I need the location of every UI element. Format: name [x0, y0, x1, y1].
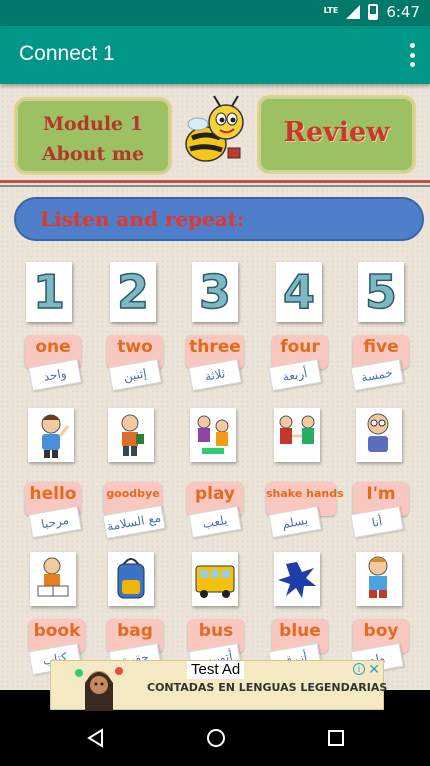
word-en: boy — [363, 621, 399, 641]
word-en: bag — [117, 621, 153, 641]
word-en: two — [117, 337, 153, 357]
boy-sitting-icon[interactable] — [356, 552, 402, 606]
boy-waving-icon[interactable] — [28, 408, 74, 462]
status-bar: LTE 6:47 — [0, 0, 430, 26]
bee-mascot-icon — [185, 95, 244, 162]
ad-banner[interactable]: Test Ad CONTADAS EN LENGUAS LEGENDARIAS … — [50, 660, 388, 711]
app-bar: Connect 1 — [0, 26, 430, 84]
boy-introducing-icon[interactable] — [356, 408, 402, 462]
ad-girl-illustration-icon — [75, 667, 123, 711]
number-tile-1[interactable]: 1 — [26, 262, 72, 322]
recents-icon[interactable] — [324, 726, 348, 750]
overflow-menu-icon[interactable] — [408, 43, 416, 67]
word-en: bus — [198, 621, 234, 641]
word-en: blue — [279, 621, 321, 641]
word-en: I'm — [366, 484, 396, 504]
ad-tag: Test Ad — [187, 661, 245, 679]
module-button[interactable]: Module 1 About me — [14, 97, 172, 175]
banner-text: Listen and repeat: — [40, 207, 245, 231]
word-en: play — [194, 484, 236, 504]
number-tile-5[interactable]: 5 — [358, 262, 404, 322]
home-icon[interactable] — [204, 726, 228, 750]
review-button[interactable]: Review — [257, 95, 416, 174]
word-en: shake hands — [266, 487, 344, 500]
divider — [0, 185, 430, 187]
ad-headline: CONTADAS EN LENGUAS LEGENDARIAS — [147, 681, 388, 694]
blue-splash-icon[interactable] — [274, 552, 320, 606]
network-type: LTE — [323, 5, 339, 15]
battery-icon — [368, 4, 379, 20]
word-en: five — [363, 337, 399, 357]
main-content: Module 1 About me Review Listen and repe… — [0, 84, 430, 690]
children-playing-icon[interactable] — [190, 408, 236, 462]
app-title: Connect 1 — [19, 42, 115, 65]
boy-reading-book-icon[interactable] — [30, 552, 76, 606]
ad-close-icon[interactable]: ✕ — [368, 661, 380, 678]
divider — [0, 180, 430, 183]
number-tile-2[interactable]: 2 — [110, 262, 156, 322]
word-en: four — [280, 337, 320, 357]
number-tile-4[interactable]: 4 — [276, 262, 322, 322]
clock: 6:47 — [386, 3, 420, 21]
review-label: Review — [283, 117, 390, 148]
boy-with-bag-icon[interactable] — [108, 408, 154, 462]
module-subtitle: About me — [41, 143, 145, 165]
listen-banner: Listen and repeat: — [14, 197, 424, 241]
signal-icon — [346, 5, 361, 19]
navigation-bar — [0, 710, 430, 766]
module-title: Module 1 — [43, 113, 143, 135]
ad-info-icon[interactable]: i — [353, 663, 365, 675]
school-bus-icon[interactable] — [192, 552, 238, 606]
word-en: three — [189, 337, 241, 357]
word-en: book — [33, 621, 81, 641]
word-en: hello — [29, 484, 77, 504]
word-en: one — [35, 337, 71, 357]
school-bag-icon[interactable] — [108, 552, 154, 606]
number-tile-3[interactable]: 3 — [192, 262, 238, 322]
back-icon[interactable] — [84, 726, 108, 750]
word-en: goodbye — [106, 487, 160, 500]
boys-shaking-hands-icon[interactable] — [274, 408, 320, 462]
